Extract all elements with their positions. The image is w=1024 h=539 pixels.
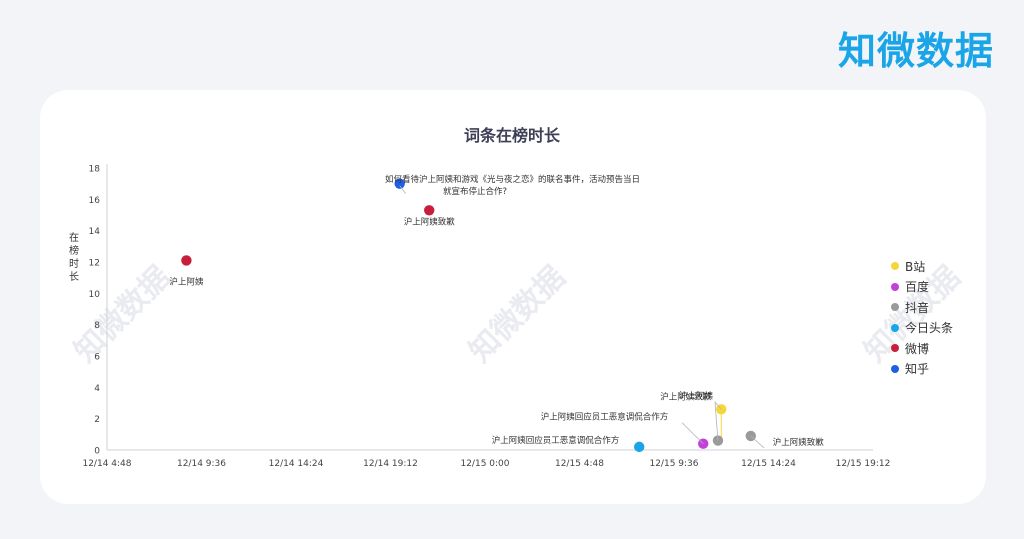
y-tick-label: 4 [94,384,100,394]
data-label: 沪上阿姨 [679,391,714,402]
data-label: 就宣布停止合作? [443,186,507,197]
legend-label: 微博 [905,341,930,356]
y-tick-label: 10 [89,290,101,300]
y-tick-label: 14 [89,227,101,237]
data-label: 沪上阿姨 [169,276,204,287]
legend-item: 微博 [891,338,953,359]
data-label: 如何看待沪上阿姨和游戏《光与夜之恋》的联名事件，活动预告当日 [385,174,640,185]
legend-swatch [891,262,899,271]
legend-item: 今日头条 [891,318,953,339]
x-tick-label: 12/15 19:12 [836,459,891,469]
y-tick-label: 16 [89,196,101,206]
x-tick-label: 12/15 14:24 [741,459,796,469]
data-point [424,205,435,216]
legend-swatch [891,303,899,312]
data-point [634,441,645,453]
leader-line [750,435,765,449]
legend-swatch [891,364,899,373]
legend-label: 抖音 [905,300,930,315]
legend-item: 抖音 [891,297,953,318]
scatter-plot: 0 2 4 6 8 10 12 14 16 18 12/14 4:48 12/14 9:36 12/14… [82,164,891,469]
y-tick-label: 18 [89,165,101,175]
y-tick-label: 0 [94,447,100,457]
legend-label: 百度 [905,280,930,295]
legend-label: 今日头条 [905,321,954,336]
legend-swatch [891,282,899,291]
data-label: 沪上阿姨回应员工恶意调侃合作方 [541,412,669,423]
x-tick-label: 12/14 19:12 [363,459,418,469]
legend-item: B站 [891,256,953,277]
legend-item: 知乎 [891,359,953,380]
legend-swatch [891,323,899,332]
legend: B站百度抖音今日头条微博知乎 [891,256,953,379]
y-tick-label: 2 [94,415,100,425]
legend-item: 百度 [891,277,953,298]
x-tick-label: 12/14 14:24 [269,459,324,469]
data-point [181,255,192,266]
data-label: 沪上阿姨致歉 [404,216,456,227]
data-label: 沪上阿姨回应员工恶意调侃合作方 [492,435,620,446]
y-tick-label: 12 [89,259,100,269]
leader-line [681,422,704,445]
y-tick-label: 6 [94,353,100,363]
legend-label: 知乎 [905,362,930,377]
legend-label: B站 [905,259,926,274]
x-tick-label: 12/14 4:48 [82,459,131,469]
legend-swatch [891,344,899,353]
y-tick-label: 8 [94,321,100,331]
x-tick-label: 12/15 4:48 [555,459,604,469]
x-tick-label: 12/15 9:36 [649,459,698,469]
x-tick-label: 12/15 0:00 [460,459,509,469]
data-label: 沪上阿姨致歉 [773,437,825,448]
x-tick-label: 12/14 9:36 [177,459,226,469]
